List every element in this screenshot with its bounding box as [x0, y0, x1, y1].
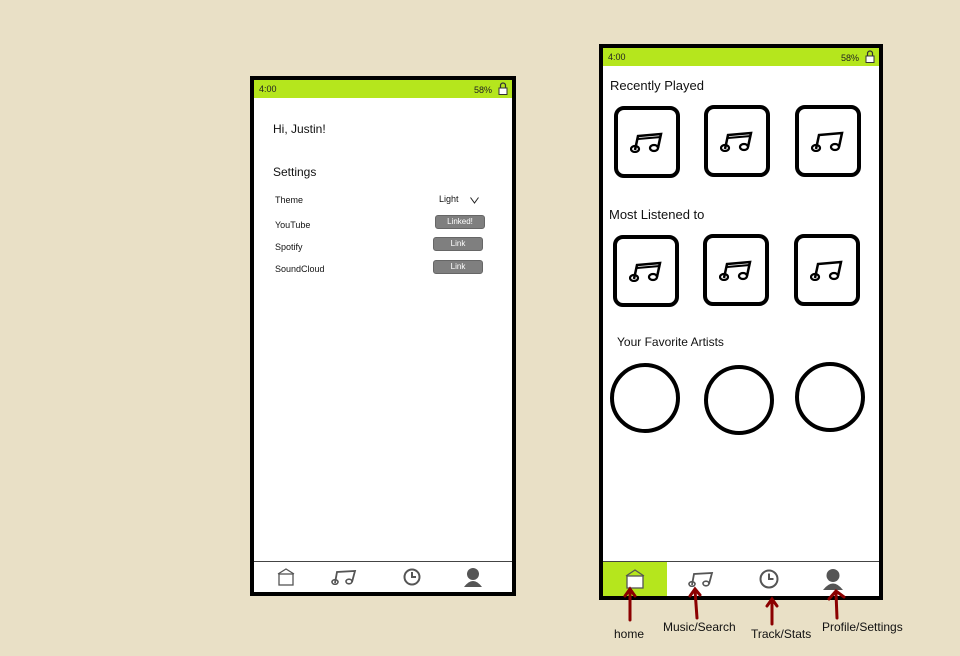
most-listened-tile[interactable]: [794, 234, 860, 306]
status-bar: 4:00 58%: [603, 48, 879, 66]
recent-track-tile[interactable]: [704, 105, 770, 177]
most-listened-tile[interactable]: [613, 235, 679, 307]
nav-stats[interactable]: [380, 562, 444, 592]
music-note-icon: [811, 131, 844, 152]
user-icon: [464, 568, 482, 587]
nav-profile[interactable]: [440, 562, 506, 592]
nav-stats[interactable]: [737, 562, 801, 596]
battery-level: 58%: [840, 53, 859, 63]
theme-label: Theme: [275, 195, 304, 205]
stats-annotation-label: Track/Stats: [751, 627, 812, 641]
settings-title: Settings: [273, 165, 317, 179]
music-note-icon: [810, 260, 843, 281]
music-note-icon: [630, 132, 663, 153]
soundcloud-link-button[interactable]: Link: [433, 260, 483, 274]
greeting-text: Hi, Justin!: [273, 122, 326, 136]
youtube-label: YouTube: [275, 220, 311, 230]
music-annotation-label: Music/Search: [663, 620, 736, 634]
status-time: 4:00: [608, 52, 626, 62]
music-note-icon: [720, 131, 753, 152]
clock-icon: [759, 569, 779, 589]
stats-annotation-arrow: [765, 596, 779, 626]
status-bar: 4:00 58%: [254, 80, 512, 98]
bottom-nav: [254, 561, 512, 592]
clock-icon: [403, 568, 421, 586]
nav-home[interactable]: [254, 562, 318, 592]
spotify-label: Spotify: [275, 242, 303, 252]
artist-avatar[interactable]: [795, 362, 865, 432]
home-phone-screen: 4:00 58% Recently Played Most Listened t…: [599, 44, 883, 600]
home-annotation-arrow: [623, 586, 637, 622]
recent-track-tile[interactable]: [614, 106, 680, 178]
music-note-icon: [331, 570, 357, 585]
music-annotation-arrow: [688, 586, 702, 620]
profile-annotation-arrow: [827, 588, 846, 620]
music-note-icon: [688, 572, 714, 587]
status-time: 4:00: [259, 84, 277, 94]
lock-icon: [498, 82, 508, 95]
home-icon: [277, 568, 295, 586]
lock-icon: [865, 50, 875, 63]
profile-annotation-label: Profile/Settings: [822, 620, 903, 634]
most-listened-tile[interactable]: [703, 234, 769, 306]
soundcloud-label: SoundCloud: [275, 264, 325, 274]
user-icon: [823, 569, 843, 590]
most-listened-title: Most Listened to: [609, 207, 705, 222]
settings-phone-screen: 4:00 58% Hi, Justin! Settings Theme Ligh…: [250, 76, 516, 596]
favorite-artists-title: Your Favorite Artists: [617, 335, 724, 349]
battery-level: 58%: [473, 85, 492, 95]
artist-avatar[interactable]: [704, 365, 774, 435]
theme-select[interactable]: Light: [439, 194, 459, 204]
recently-played-title: Recently Played: [610, 78, 704, 93]
youtube-linked-badge[interactable]: Linked!: [435, 215, 485, 229]
recent-track-tile[interactable]: [795, 105, 861, 177]
home-annotation-label: home: [614, 627, 645, 641]
spotify-link-button[interactable]: Link: [433, 237, 483, 251]
nav-music[interactable]: [312, 562, 376, 592]
music-note-icon: [629, 261, 662, 282]
artist-avatar[interactable]: [610, 363, 680, 433]
chevron-down-icon[interactable]: [470, 197, 479, 204]
music-note-icon: [719, 260, 752, 281]
